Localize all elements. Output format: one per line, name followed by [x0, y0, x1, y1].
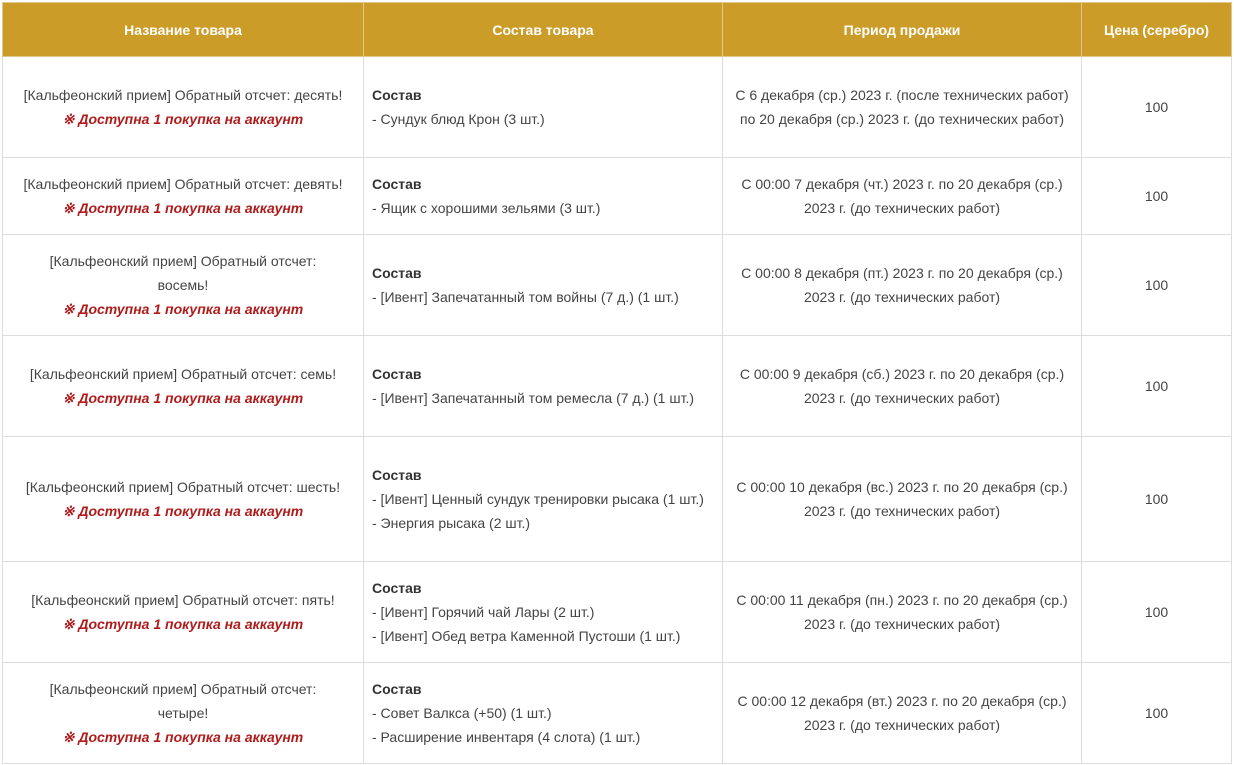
price: 100	[1081, 157, 1232, 235]
purchase-limit-note: ※ Доступна 1 покупка на аккаунт	[62, 729, 304, 745]
contents-item: - [Ивент] Горячий чай Лары (2 шт.)	[372, 604, 595, 620]
sale-period: С 00:00 12 декабря (вт.) 2023 г. по 20 д…	[722, 662, 1082, 764]
product-contents-cell: Состав - Совет Валкса (+50) (1 шт.) - Ра…	[363, 662, 723, 764]
price: 100	[1081, 561, 1232, 663]
contents-item: - Сундук блюд Крон (3 шт.)	[372, 111, 545, 127]
table-row: [Кальфеонский прием] Обратный отсчет: во…	[2, 234, 1232, 336]
contents-item: - [Ивент] Запечатанный том войны (7 д.) …	[372, 289, 679, 305]
product-contents-cell: Состав - [Ивент] Ценный сундук тренировк…	[363, 436, 723, 562]
purchase-limit-note: ※ Доступна 1 покупка на аккаунт	[62, 111, 304, 127]
contents-item: - Энергия рысака (2 шт.)	[372, 515, 531, 531]
price: 100	[1081, 662, 1232, 764]
purchase-limit-note: ※ Доступна 1 покупка на аккаунт	[62, 301, 304, 317]
product-name-cell: [Кальфеонский прием] Обратный отсчет: пя…	[2, 561, 364, 663]
sale-period: С 00:00 9 декабря (сб.) 2023 г. по 20 де…	[722, 335, 1082, 437]
product-name: [Кальфеонский прием] Обратный отсчет: пя…	[31, 592, 335, 608]
product-contents-cell: Состав - Сундук блюд Крон (3 шт.)	[363, 56, 723, 158]
product-name: [Кальфеонский прием] Обратный отсчет: де…	[23, 176, 343, 192]
product-name-cell: [Кальфеонский прием] Обратный отсчет: ше…	[2, 436, 364, 562]
header-product-contents: Состав товара	[363, 2, 723, 57]
purchase-limit-note: ※ Доступна 1 покупка на аккаунт	[62, 616, 304, 632]
contents-item: - [Ивент] Запечатанный том ремесла (7 д.…	[372, 390, 694, 406]
purchase-limit-note: ※ Доступна 1 покупка на аккаунт	[62, 200, 304, 216]
product-table: Название товара Состав товара Период про…	[2, 2, 1232, 764]
price: 100	[1081, 234, 1232, 336]
table-row: [Кальфеонский прием] Обратный отсчет: се…	[2, 335, 1232, 437]
table-row: [Кальфеонский прием] Обратный отсчет: де…	[2, 157, 1232, 235]
contents-heading: Состав	[372, 580, 422, 596]
sale-period: С 6 декабря (ср.) 2023 г. (после техниче…	[722, 56, 1082, 158]
purchase-limit-note: ※ Доступна 1 покупка на аккаунт	[62, 503, 304, 519]
contents-item: - [Ивент] Обед ветра Каменной Пустоши (1…	[372, 628, 681, 644]
header-price: Цена (серебро)	[1081, 2, 1232, 57]
sale-period: С 00:00 7 декабря (чт.) 2023 г. по 20 де…	[722, 157, 1082, 235]
contents-heading: Состав	[372, 681, 422, 697]
price: 100	[1081, 56, 1232, 158]
contents-heading: Состав	[372, 176, 422, 192]
product-name: [Кальфеонский прием] Обратный отсчет: во…	[49, 253, 317, 293]
sale-period: С 00:00 10 декабря (вс.) 2023 г. по 20 д…	[722, 436, 1082, 562]
contents-item: - Расширение инвентаря (4 слота) (1 шт.)	[372, 729, 641, 745]
table-row: [Кальфеонский прием] Обратный отсчет: де…	[2, 56, 1232, 158]
contents-item: - Ящик с хорошими зельями (3 шт.)	[372, 200, 601, 216]
product-contents-cell: Состав - [Ивент] Запечатанный том ремесл…	[363, 335, 723, 437]
product-contents-cell: Состав - [Ивент] Запечатанный том войны …	[363, 234, 723, 336]
contents-heading: Состав	[372, 265, 422, 281]
product-name-cell: [Кальфеонский прием] Обратный отсчет: де…	[2, 157, 364, 235]
contents-heading: Состав	[372, 87, 422, 103]
product-name: [Кальфеонский прием] Обратный отсчет: де…	[23, 87, 343, 103]
product-contents-cell: Состав - Ящик с хорошими зельями (3 шт.)	[363, 157, 723, 235]
table-row: [Кальфеонский прием] Обратный отсчет: ше…	[2, 436, 1232, 562]
product-name: [Кальфеонский прием] Обратный отсчет: се…	[29, 366, 337, 382]
contents-heading: Состав	[372, 366, 422, 382]
price: 100	[1081, 335, 1232, 437]
contents-heading: Состав	[372, 467, 422, 483]
contents-item: - Совет Валкса (+50) (1 шт.)	[372, 705, 552, 721]
product-contents-cell: Состав - [Ивент] Горячий чай Лары (2 шт.…	[363, 561, 723, 663]
table-row: [Кальфеонский прием] Обратный отсчет: че…	[2, 662, 1232, 764]
contents-item: - [Ивент] Ценный сундук тренировки рысак…	[372, 491, 704, 507]
product-name-cell: [Кальфеонский прием] Обратный отсчет: че…	[2, 662, 364, 764]
product-name-cell: [Кальфеонский прием] Обратный отсчет: во…	[2, 234, 364, 336]
product-name: [Кальфеонский прием] Обратный отсчет: ше…	[25, 479, 341, 495]
product-name-cell: [Кальфеонский прием] Обратный отсчет: се…	[2, 335, 364, 437]
product-name: [Кальфеонский прием] Обратный отсчет: че…	[49, 681, 317, 721]
purchase-limit-note: ※ Доступна 1 покупка на аккаунт	[62, 390, 304, 406]
sale-period: С 00:00 8 декабря (пт.) 2023 г. по 20 де…	[722, 234, 1082, 336]
price: 100	[1081, 436, 1232, 562]
table-row: [Кальфеонский прием] Обратный отсчет: пя…	[2, 561, 1232, 663]
table-header-row: Название товара Состав товара Период про…	[2, 2, 1232, 57]
header-sale-period: Период продажи	[722, 2, 1082, 57]
product-name-cell: [Кальфеонский прием] Обратный отсчет: де…	[2, 56, 364, 158]
sale-period: С 00:00 11 декабря (пн.) 2023 г. по 20 д…	[722, 561, 1082, 663]
header-product-name: Название товара	[2, 2, 364, 57]
